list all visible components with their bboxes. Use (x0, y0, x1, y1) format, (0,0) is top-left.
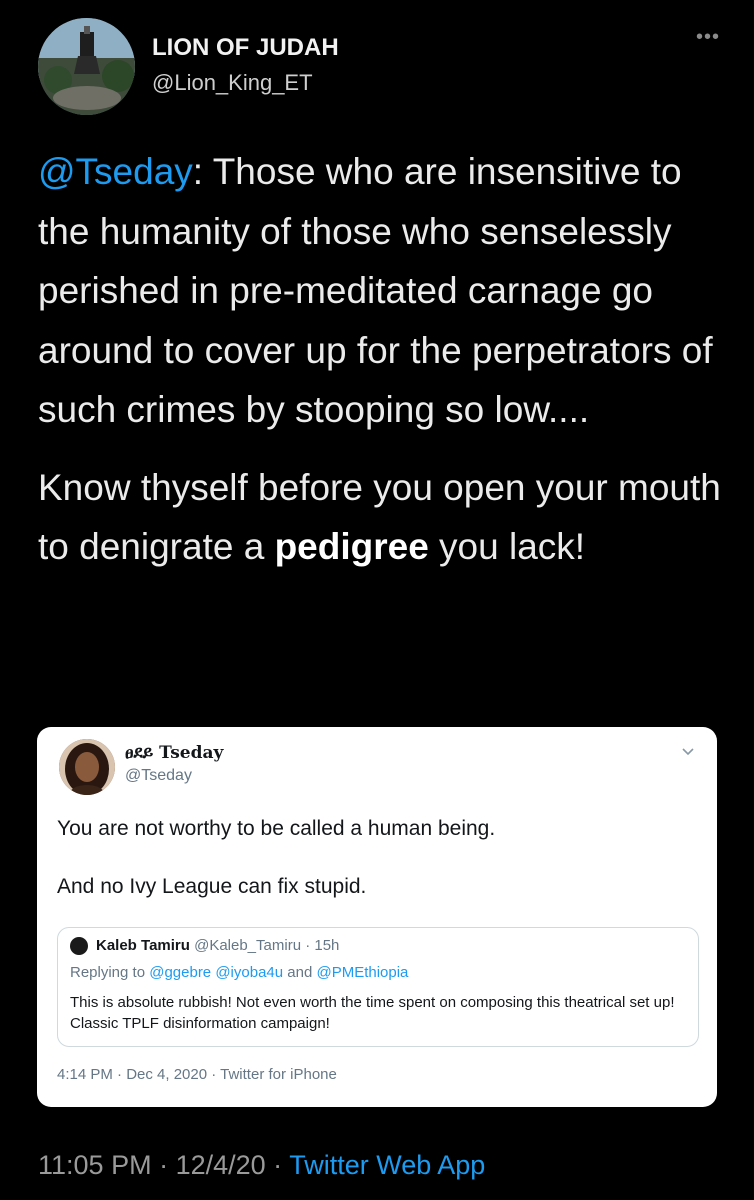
tweet-date[interactable]: 12/4/20 (176, 1150, 266, 1180)
footer-separator-2: · (265, 1150, 290, 1180)
tweet-paragraph-1-text: : Those who are insensitive to the human… (38, 151, 713, 430)
quoted-tweet-text: This is absolute rubbish! Not even worth… (70, 994, 675, 1032)
embedded-author-avatar[interactable] (59, 739, 115, 795)
embedded-line-2: And no Ivy League can fix stupid. (57, 875, 367, 898)
embedded-tweet-card[interactable]: ፀደይ Tseday @Tseday You are not worthy to… (37, 727, 717, 1107)
quoted-author-meta: @Kaleb_Tamiru · 15h (189, 937, 340, 954)
reply-and: and (283, 964, 317, 981)
tweet-time[interactable]: 11:05 PM (38, 1150, 152, 1180)
mention-link[interactable]: @Tseday (38, 151, 193, 192)
tweet-paragraph-2: Know thyself before you open your mouth … (38, 458, 728, 577)
quoted-reply-line: Replying to @ggebre @iyoba4u and @PMEthi… (70, 964, 408, 981)
embedded-tweet-timestamp[interactable]: 4:14 PM · Dec 4, 2020 · Twitter for iPho… (57, 1066, 337, 1083)
embedded-line-1: You are not worthy to be called a human … (57, 817, 496, 840)
quoted-tweet[interactable]: Kaleb Tamiru @Kaleb_Tamiru · 15h Replyin… (57, 927, 699, 1047)
footer-separator-1: · (151, 1150, 176, 1180)
tweet-header: LION OF JUDAH @Lion_King_ET ••• (38, 18, 730, 115)
reply-prefix: Replying to (70, 964, 150, 981)
tweet-footer: 11:05 PM · 12/4/20 · Twitter Web App (38, 1150, 485, 1181)
quoted-author-name[interactable]: Kaleb Tamiru (96, 937, 190, 954)
author-handle[interactable]: @Lion_King_ET (152, 70, 313, 96)
more-horizontal-icon[interactable]: ••• (696, 26, 720, 49)
tweet-source-link[interactable]: Twitter Web App (289, 1150, 485, 1180)
tweet-paragraph-1: @Tseday: Those who are insensitive to th… (38, 142, 728, 440)
quoted-author-avatar[interactable] (70, 937, 88, 955)
tweet-body: @Tseday: Those who are insensitive to th… (38, 142, 728, 577)
embedded-author-handle[interactable]: @Tseday (125, 767, 192, 785)
tweet-paragraph-2-end: you lack! (428, 526, 586, 567)
quoted-tweet-header: Kaleb Tamiru @Kaleb_Tamiru · 15h (96, 937, 339, 954)
reply-mention-2[interactable]: @PMEthiopia (316, 964, 408, 981)
tweet-paragraph-2-bold: pedigree (274, 526, 429, 567)
chevron-down-icon[interactable] (681, 745, 695, 759)
embedded-author-name[interactable]: ፀደይ Tseday (125, 743, 223, 763)
embedded-tweet-text: You are not worthy to be called a human … (57, 815, 697, 901)
author-name[interactable]: LION OF JUDAH (152, 34, 339, 62)
author-avatar[interactable] (38, 18, 135, 115)
reply-mention-1[interactable]: @ggebre @iyoba4u (149, 964, 283, 981)
